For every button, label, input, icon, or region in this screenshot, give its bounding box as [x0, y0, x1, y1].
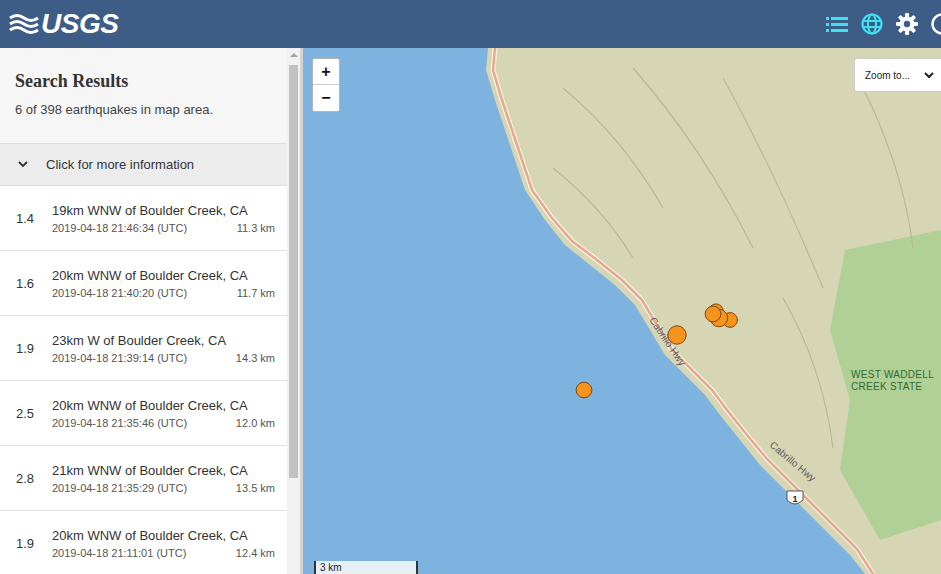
toolbar — [824, 11, 941, 37]
terrain-ridge — [633, 68, 753, 248]
earthquake-marker[interactable] — [576, 382, 592, 398]
earthquake-place: 23km W of Boulder Creek, CA — [52, 333, 275, 348]
earthquake-time: 2019-04-18 21:11:01 (UTC) — [52, 547, 186, 559]
park-label: WEST WADDELLCREEK STATE — [851, 369, 934, 392]
earthquake-place: 20km WNW of Boulder Creek, CA — [52, 398, 275, 413]
earthquake-marker[interactable] — [668, 326, 686, 344]
earthquake-meta: 2019-04-18 21:46:34 (UTC) 11.3 km — [52, 222, 275, 234]
highway-casing — [493, 48, 873, 574]
zoom-in-button[interactable]: + — [313, 59, 339, 85]
results-list: Search Results 6 of 398 earthquakes in ma… — [0, 48, 287, 574]
earthquake-row[interactable]: 1.9 23km W of Boulder Creek, CA 2019-04-18… — [0, 316, 287, 381]
earthquake-time: 2019-04-18 21:40:20 (UTC) — [52, 287, 187, 299]
scroll-thumb[interactable] — [289, 65, 298, 478]
zoom-to-label: Zoom to... — [865, 70, 910, 81]
magnitude: 1.9 — [0, 536, 46, 551]
route-shield: 1 — [787, 491, 803, 504]
terrain-ridge — [783, 298, 833, 448]
highway — [493, 48, 873, 574]
land — [486, 48, 941, 574]
magnitude: 2.5 — [0, 406, 46, 421]
help-icon — [931, 13, 941, 35]
road-label: Cabrillo Hwy — [647, 315, 688, 368]
scroll-up-icon[interactable] — [290, 53, 298, 57]
earthquake-place: 20km WNW of Boulder Creek, CA — [52, 528, 275, 543]
results-title: Search Results — [15, 71, 272, 92]
globe-button[interactable] — [859, 11, 885, 37]
more-info-toggle[interactable]: Click for more information — [0, 143, 287, 186]
earthquake-row[interactable]: 1.9 20km WNW of Boulder Creek, CA 2019-04-… — [0, 511, 287, 574]
earthquake-info: 21km WNW of Boulder Creek, CA 2019-04-18 … — [46, 463, 287, 494]
scrollbar[interactable] — [287, 48, 300, 574]
earthquake-row[interactable]: 2.8 21km WNW of Boulder Creek, CA 2019-04-… — [0, 446, 287, 511]
earthquake-time: 2019-04-18 21:35:46 (UTC) — [52, 417, 187, 429]
earthquake-info: 20km WNW of Boulder Creek, CA 2019-04-18 … — [46, 528, 287, 559]
zoom-out-button[interactable]: − — [313, 85, 339, 111]
terrain-ridge — [723, 78, 823, 288]
map-canvas[interactable]: Cabrillo Hwy Cabrillo Hwy WEST WADDELLCREE… — [303, 48, 941, 574]
list-button[interactable] — [824, 13, 850, 35]
results-header: Search Results 6 of 398 earthquakes in ma… — [0, 48, 287, 143]
road-label: Cabrillo Hwy — [768, 439, 818, 484]
park-area — [830, 230, 941, 540]
earthquake-meta: 2019-04-18 21:40:20 (UTC) 11.7 km — [52, 287, 275, 299]
globe-icon — [861, 13, 883, 35]
earthquake-info: 20km WNW of Boulder Creek, CA 2019-04-18 … — [46, 398, 287, 429]
scale-label: 3 km — [320, 562, 342, 574]
search-results-panel: Search Results 6 of 398 earthquakes in ma… — [0, 48, 303, 574]
earthquake-info: 20km WNW of Boulder Creek, CA 2019-04-18 … — [46, 268, 287, 299]
land-north — [603, 48, 703, 58]
list-icon — [826, 15, 848, 33]
earthquake-row[interactable]: 2.5 20km WNW of Boulder Creek, CA 2019-04-… — [0, 381, 287, 446]
earthquake-row[interactable]: 1.4 19km WNW of Boulder Creek, CA 2019-04-… — [0, 186, 287, 251]
terrain-ridge — [863, 88, 913, 248]
waves-icon — [9, 13, 39, 35]
earthquake-meta: 2019-04-18 21:11:01 (UTC) 12.4 km — [52, 547, 275, 559]
gear-icon — [896, 13, 918, 35]
more-info-label: Click for more information — [46, 157, 194, 172]
zoom-control: +− — [312, 58, 340, 112]
results-summary: 6 of 398 earthquakes in map area. — [15, 102, 272, 117]
earthquake-depth: 13.5 km — [236, 482, 275, 494]
earthquake-place: 19km WNW of Boulder Creek, CA — [52, 203, 275, 218]
earthquake-depth: 11.3 km — [237, 222, 275, 234]
header-bar: USGS — [0, 0, 941, 48]
zoom-to-dropdown[interactable]: Zoom to... — [854, 58, 941, 92]
terrain-ridge — [553, 168, 633, 258]
earthquake-depth: 14.3 km — [236, 352, 275, 364]
earthquake-place: 21km WNW of Boulder Creek, CA — [52, 463, 275, 478]
earthquake-meta: 2019-04-18 21:39:14 (UTC) 14.3 km — [52, 352, 275, 364]
earthquake-depth: 11.7 km — [237, 287, 275, 299]
earthquake-depth: 12.4 km — [236, 547, 275, 559]
earthquake-depth: 12.0 km — [236, 417, 275, 429]
ocean — [303, 48, 941, 574]
earthquake-meta: 2019-04-18 21:35:29 (UTC) 13.5 km — [52, 482, 275, 494]
earthquake-row[interactable]: 1.6 20km WNW of Boulder Creek, CA 2019-04-… — [0, 251, 287, 316]
earthquake-meta: 2019-04-18 21:35:46 (UTC) 12.0 km — [52, 417, 275, 429]
earthquake-time: 2019-04-18 21:35:29 (UTC) — [52, 482, 187, 494]
magnitude: 1.9 — [0, 341, 46, 356]
magnitude: 2.8 — [0, 471, 46, 486]
earthquake-time: 2019-04-18 21:39:14 (UTC) — [52, 352, 187, 364]
usgs-logo[interactable]: USGS — [9, 8, 118, 40]
settings-button[interactable] — [894, 11, 920, 37]
chevron-icon — [18, 161, 28, 168]
main-area: Search Results 6 of 398 earthquakes in ma… — [0, 48, 941, 574]
svg-text:1: 1 — [792, 494, 797, 504]
logo-text: USGS — [41, 8, 118, 40]
help-button[interactable] — [929, 11, 941, 37]
magnitude: 1.4 — [0, 211, 46, 226]
usgs-earthquake-app: USGS Search Results 6 of 398 earthquakes i… — [0, 0, 941, 574]
earthquake-place: 20km WNW of Boulder Creek, CA — [52, 268, 275, 283]
earthquake-info: 19km WNW of Boulder Creek, CA 2019-04-18 … — [46, 203, 287, 234]
earthquake-marker[interactable] — [705, 306, 721, 322]
scale-bar: 3 km — [314, 561, 418, 574]
magnitude: 1.6 — [0, 276, 46, 291]
chevron-icon — [924, 72, 934, 79]
earthquake-info: 23km W of Boulder Creek, CA 2019-04-18 21… — [46, 333, 287, 364]
earthquake-time: 2019-04-18 21:46:34 (UTC) — [52, 222, 187, 234]
map[interactable]: Cabrillo Hwy Cabrillo Hwy WEST WADDELLCREE… — [303, 48, 941, 574]
